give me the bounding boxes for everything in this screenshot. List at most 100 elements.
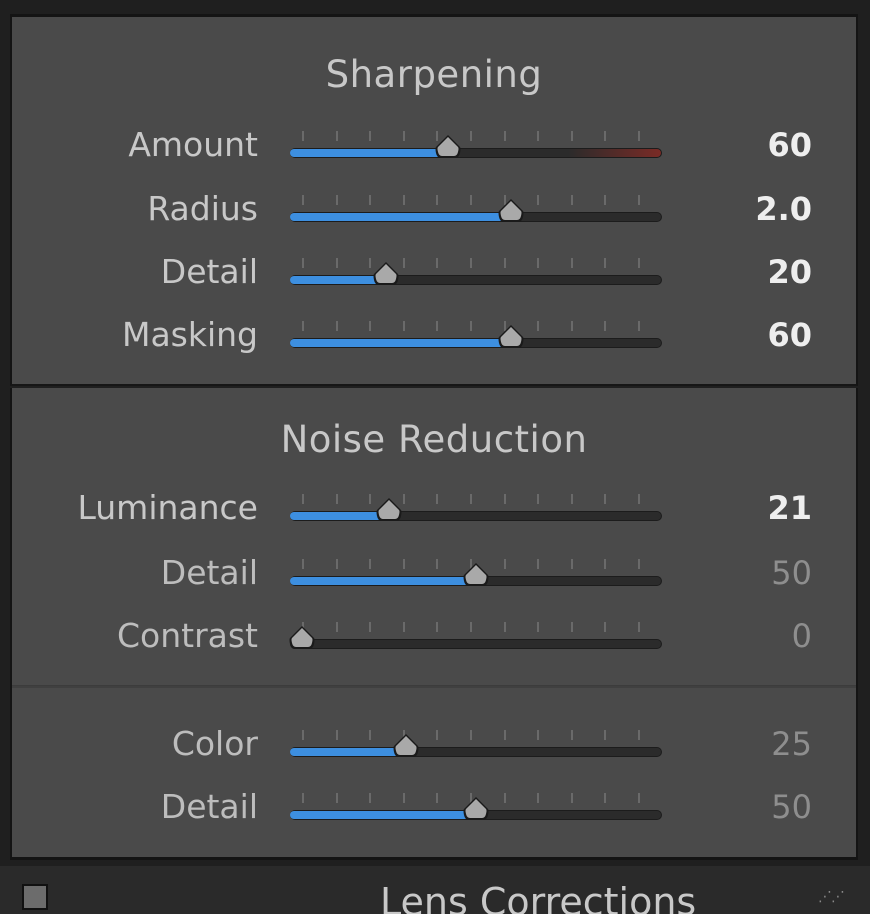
slider-tick bbox=[335, 494, 338, 504]
slider-tick bbox=[537, 131, 540, 141]
slider-thumb-icon[interactable] bbox=[433, 134, 463, 160]
slider-tick bbox=[302, 321, 304, 331]
luminance-slider[interactable] bbox=[290, 494, 662, 528]
slider-tick bbox=[302, 131, 304, 141]
slider-tick bbox=[638, 730, 640, 740]
slider-tick bbox=[335, 321, 338, 331]
noise-reduction-title: Noise Reduction bbox=[280, 418, 588, 461]
slider-fill bbox=[290, 577, 476, 585]
slider-fill bbox=[290, 339, 511, 347]
slider-thumb-icon[interactable] bbox=[371, 261, 401, 287]
panel-grip-icon[interactable]: ⋰⋰ bbox=[818, 890, 845, 904]
slider-tick bbox=[638, 793, 640, 803]
slider-fill bbox=[290, 748, 407, 756]
slider-tick bbox=[402, 559, 405, 569]
lens-corrections-title: Lens Corrections bbox=[380, 880, 697, 914]
slider-row-radius: Radius 2.0 bbox=[12, 179, 856, 239]
sharpening-panel: Sharpening Amount 60 Radius 2.0 Detail 2… bbox=[10, 14, 858, 386]
masking-value[interactable]: 60 bbox=[732, 305, 812, 365]
slider-tick bbox=[570, 131, 573, 141]
masking-slider[interactable] bbox=[290, 321, 662, 355]
slider-row-masking: Masking 60 bbox=[12, 305, 856, 365]
color-value[interactable]: 25 bbox=[732, 714, 812, 774]
contrast-label: Contrast bbox=[116, 616, 258, 655]
amount-label: Amount bbox=[128, 125, 258, 164]
color-detail-slider[interactable] bbox=[290, 793, 662, 827]
slider-ticks bbox=[302, 258, 640, 270]
slider-thumb-icon[interactable] bbox=[461, 796, 491, 822]
radius-value[interactable]: 2.0 bbox=[732, 179, 812, 239]
slider-tick bbox=[470, 622, 472, 632]
slider-ticks bbox=[302, 622, 640, 634]
slider-tick bbox=[402, 195, 405, 205]
slider-thumb-icon[interactable] bbox=[287, 625, 317, 651]
amount-slider[interactable] bbox=[290, 131, 662, 165]
slider-tick bbox=[335, 730, 338, 740]
contrast-slider[interactable] bbox=[287, 622, 662, 656]
slider-tick bbox=[537, 321, 540, 331]
slider-tick bbox=[537, 730, 540, 740]
slider-tick bbox=[470, 131, 472, 141]
slider-tick bbox=[302, 195, 304, 205]
slider-row-luminance-detail: Detail 50 bbox=[12, 543, 856, 603]
slider-thumb-icon[interactable] bbox=[496, 198, 526, 224]
slider-tick bbox=[537, 793, 540, 803]
slider-tick bbox=[570, 494, 573, 504]
slider-tick bbox=[604, 258, 607, 268]
slider-tick bbox=[503, 258, 506, 268]
slider-track[interactable] bbox=[290, 639, 662, 649]
slider-tick bbox=[369, 195, 372, 205]
slider-tick bbox=[503, 559, 506, 569]
lens-corrections-header[interactable]: Lens Corrections ⋰⋰ bbox=[0, 866, 870, 914]
sharpen-detail-label: Detail bbox=[160, 252, 258, 291]
luminance-detail-slider[interactable] bbox=[290, 559, 662, 593]
slider-tick bbox=[402, 622, 405, 632]
slider-tick bbox=[638, 131, 640, 141]
slider-tick bbox=[638, 258, 640, 268]
slider-ticks bbox=[302, 730, 640, 742]
slider-tick bbox=[369, 793, 372, 803]
slider-tick bbox=[302, 494, 304, 504]
slider-tick bbox=[570, 195, 573, 205]
slider-tick bbox=[503, 793, 506, 803]
slider-tick bbox=[436, 622, 439, 632]
slider-tick bbox=[537, 494, 540, 504]
slider-row-sharpen-detail: Detail 20 bbox=[12, 242, 856, 302]
slider-tick bbox=[302, 258, 304, 268]
noise-reduction-panel: Noise Reduction Luminance 21 Detail 50 C… bbox=[10, 388, 858, 860]
slider-tick bbox=[570, 730, 573, 740]
lens-corrections-toggle[interactable] bbox=[22, 884, 48, 910]
slider-tick bbox=[503, 622, 506, 632]
slider-ticks bbox=[302, 131, 640, 143]
slider-thumb-icon[interactable] bbox=[374, 497, 404, 523]
slider-thumb-icon[interactable] bbox=[461, 562, 491, 588]
slider-tick bbox=[369, 131, 372, 141]
slider-tick bbox=[436, 559, 439, 569]
luminance-value[interactable]: 21 bbox=[732, 478, 812, 538]
slider-tick bbox=[604, 494, 607, 504]
slider-tick bbox=[436, 494, 439, 504]
contrast-value[interactable]: 0 bbox=[732, 606, 812, 666]
color-slider[interactable] bbox=[290, 730, 662, 764]
slider-tick bbox=[436, 793, 439, 803]
sharpen-detail-slider[interactable] bbox=[290, 258, 662, 292]
slider-tick bbox=[402, 793, 405, 803]
slider-thumb-icon[interactable] bbox=[496, 324, 526, 350]
slider-tick bbox=[470, 258, 472, 268]
slider-tick bbox=[402, 131, 405, 141]
slider-tick bbox=[369, 494, 372, 504]
color-label: Color bbox=[171, 724, 258, 763]
slider-tick bbox=[570, 321, 573, 331]
develop-panel: Sharpening Amount 60 Radius 2.0 Detail 2… bbox=[0, 0, 870, 914]
slider-thumb-icon[interactable] bbox=[391, 733, 421, 759]
slider-tick bbox=[470, 321, 472, 331]
slider-tick bbox=[369, 730, 372, 740]
slider-fill bbox=[290, 213, 511, 221]
radius-slider[interactable] bbox=[290, 195, 662, 229]
slider-tick bbox=[570, 258, 573, 268]
luminance-detail-value[interactable]: 50 bbox=[732, 543, 812, 603]
radius-label: Radius bbox=[147, 189, 258, 228]
color-detail-value[interactable]: 50 bbox=[732, 777, 812, 837]
sharpen-detail-value[interactable]: 20 bbox=[732, 242, 812, 302]
amount-value[interactable]: 60 bbox=[732, 115, 812, 175]
